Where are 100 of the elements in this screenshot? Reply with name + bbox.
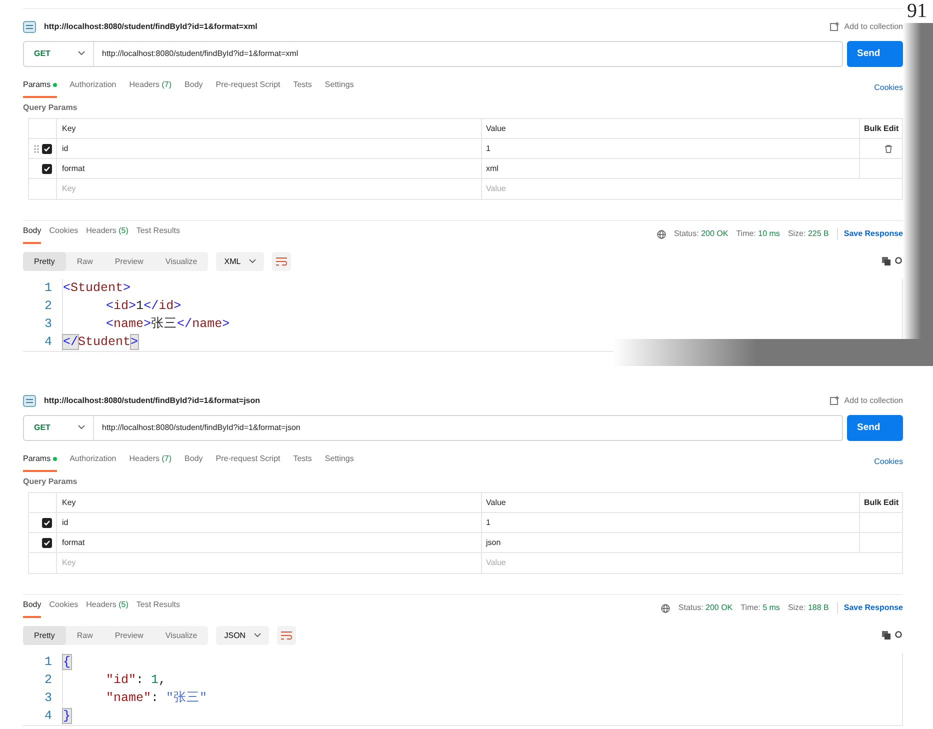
request-tab[interactable]: Authorization <box>70 449 116 472</box>
request-tab[interactable]: Pre-request Script <box>216 75 280 98</box>
request-tab[interactable]: Body <box>184 75 203 98</box>
time-text: Time: 5 ms <box>740 602 780 614</box>
checkbox[interactable] <box>42 538 52 548</box>
status-text: Status: 200 OK <box>674 228 728 240</box>
section-label: Query Params <box>23 476 78 488</box>
bulk-edit-button[interactable]: Bulk Edit <box>864 496 899 508</box>
request-tab[interactable]: Settings <box>324 449 354 472</box>
time-text: Time: 10 ms <box>736 228 780 240</box>
search-icon[interactable] <box>895 631 903 640</box>
section-label: Query Params <box>23 102 78 114</box>
bulk-edit-button[interactable]: Bulk Edit <box>864 122 899 134</box>
caret-icon <box>248 259 256 264</box>
save-response-button[interactable]: Save Response <box>836 228 903 240</box>
checkbox[interactable] <box>42 144 52 154</box>
column-header: Key <box>62 496 76 508</box>
line-number: 4 <box>43 708 53 725</box>
param-key: id <box>62 142 68 154</box>
response-tab[interactable]: Headers (5) <box>86 595 128 618</box>
drag-handle-icon[interactable] <box>34 144 39 152</box>
view-mode-tab[interactable]: Raw <box>66 252 104 271</box>
request-tab[interactable]: Params <box>23 449 57 472</box>
response-tab[interactable]: Test Results <box>136 595 180 618</box>
send-button[interactable]: Send <box>847 41 903 67</box>
code-line: "name": "张三" <box>62 689 208 707</box>
view-mode-tab[interactable]: Pretty <box>23 626 66 645</box>
checkbox[interactable] <box>42 518 52 528</box>
url-field[interactable]: http://localhost:8080/student/findById?id=1&format=xml <box>94 48 298 60</box>
delete-icon[interactable] <box>885 144 892 152</box>
param-value: 1 <box>486 142 490 154</box>
copy-icon[interactable] <box>882 631 891 640</box>
search-icon[interactable] <box>895 257 903 266</box>
add-to-collection-link[interactable]: Add to collection <box>830 395 903 407</box>
param-key: id <box>62 516 68 528</box>
response-tab[interactable]: Headers (5) <box>86 221 128 244</box>
line-number: 1 <box>43 654 53 671</box>
send-button[interactable]: Send <box>847 415 903 441</box>
wrap-lines-button[interactable] <box>276 626 296 645</box>
line-number: 2 <box>43 672 53 689</box>
request-tab[interactable]: Tests <box>293 75 312 98</box>
request-title: http://localhost:8080/student/findById?id=1&format=xml <box>44 21 258 33</box>
size-text: Size: 188 B <box>788 602 829 614</box>
wrap-lines-icon <box>276 257 287 266</box>
line-number: 1 <box>43 280 53 297</box>
format-dropdown[interactable]: XML <box>216 252 264 271</box>
copy-icon[interactable] <box>882 257 891 266</box>
view-mode-tab[interactable]: Raw <box>66 626 104 645</box>
column-header: Value <box>486 122 506 134</box>
globe-icon[interactable] <box>656 230 666 238</box>
param-value: 1 <box>486 516 490 528</box>
save-response-button[interactable]: Save Response <box>836 602 903 614</box>
line-number: 3 <box>43 690 53 707</box>
add-to-collection-link[interactable]: Add to collection <box>830 21 903 33</box>
size-text: Size: 225 B <box>788 228 829 240</box>
request-tab[interactable]: Settings <box>324 75 354 98</box>
param-key: format <box>62 536 85 548</box>
caret-icon <box>254 633 261 638</box>
checkbox[interactable] <box>42 164 52 174</box>
globe-icon[interactable] <box>661 604 670 612</box>
status-text: Status: 200 OK <box>678 602 733 614</box>
request-tab[interactable]: Headers (7) <box>129 75 172 98</box>
request-tab[interactable]: Headers (7) <box>129 449 172 472</box>
request-tab[interactable]: Authorization <box>70 75 116 98</box>
request-tab[interactable]: Body <box>184 449 203 472</box>
cookies-link[interactable]: Cookies <box>874 82 903 98</box>
response-tab[interactable]: Cookies <box>49 221 78 244</box>
response-tab[interactable]: Body <box>23 221 42 244</box>
view-mode-tab[interactable]: Pretty <box>23 252 66 271</box>
response-tab[interactable]: Cookies <box>49 595 78 618</box>
view-mode-tab[interactable]: Visualize <box>154 626 208 645</box>
request-tab[interactable]: Params <box>23 75 57 98</box>
code-line: <name>张三</name> <box>62 315 230 333</box>
param-value: xml <box>486 162 498 174</box>
param-value: json <box>486 536 501 548</box>
response-tab[interactable]: Test Results <box>136 221 180 244</box>
method-dropdown[interactable]: GET <box>24 42 94 66</box>
cookies-link[interactable]: Cookies <box>874 456 903 472</box>
http-icon <box>23 21 36 33</box>
param-key: format <box>62 162 85 174</box>
collection-icon <box>830 22 840 32</box>
format-dropdown[interactable]: JSON <box>216 626 269 645</box>
collection-icon <box>830 396 840 406</box>
request-tab[interactable]: Pre-request Script <box>216 449 280 472</box>
caret-icon <box>78 425 85 430</box>
code-line: } <box>62 707 71 725</box>
url-field[interactable]: http://localhost:8080/student/findById?id=1&format=json <box>94 422 300 434</box>
code-line: { <box>62 653 71 671</box>
code-line: </Student> <box>62 333 138 351</box>
view-mode-tab[interactable]: Preview <box>104 252 154 271</box>
request-tab[interactable]: Tests <box>293 449 312 472</box>
view-mode-tab[interactable]: Visualize <box>154 252 208 271</box>
line-number: 2 <box>43 298 53 315</box>
line-number: 3 <box>43 316 53 333</box>
view-mode-tab[interactable]: Preview <box>104 626 154 645</box>
response-tab[interactable]: Body <box>23 595 42 618</box>
code-line: "id": 1, <box>62 671 166 689</box>
wrap-lines-icon <box>280 631 292 640</box>
method-dropdown[interactable]: GET <box>24 416 94 440</box>
wrap-lines-button[interactable] <box>272 252 291 271</box>
